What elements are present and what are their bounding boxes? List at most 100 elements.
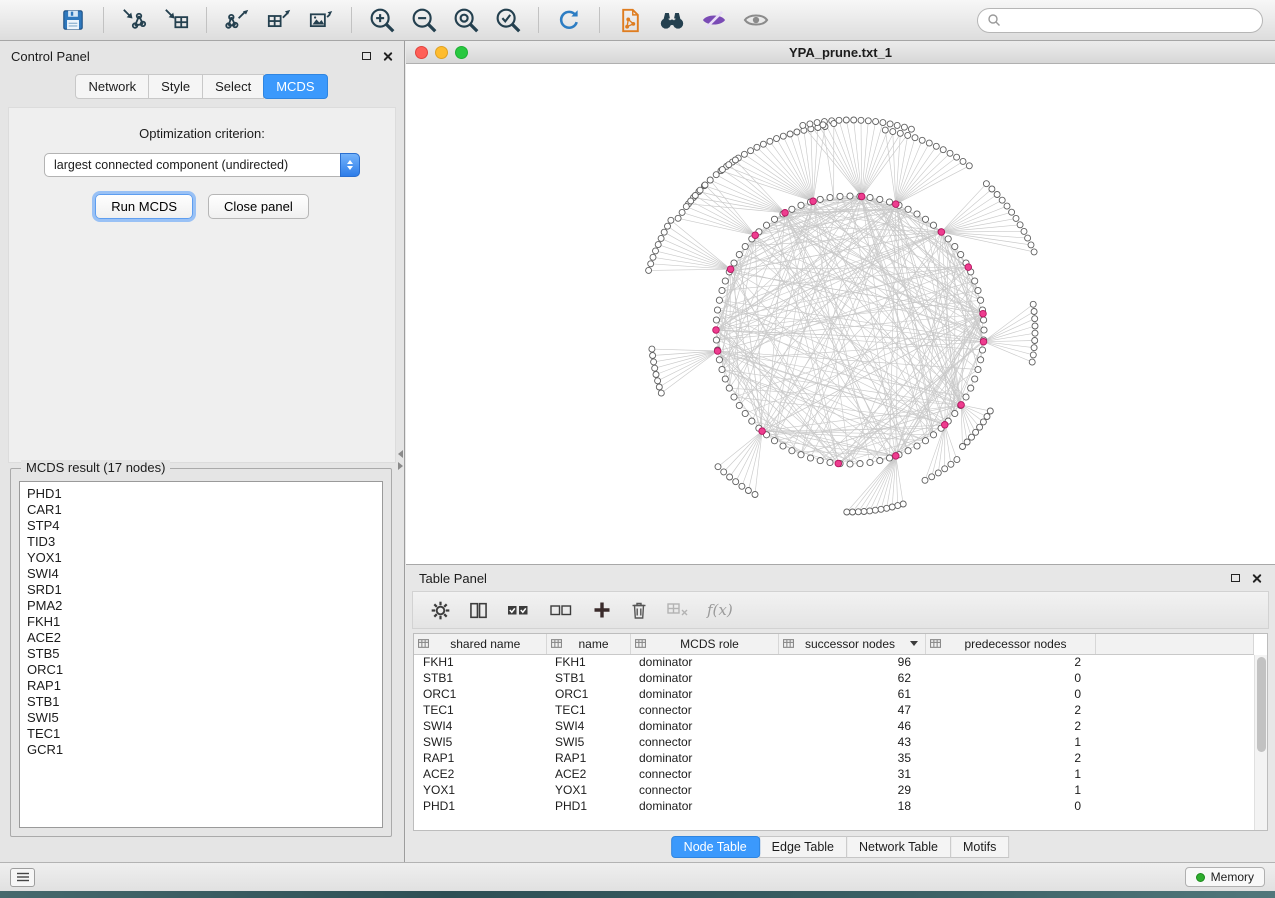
mcds-result-item[interactable]: CAR1 — [27, 502, 375, 518]
deselect-all-icon[interactable] — [549, 600, 575, 620]
zoom-selected-button[interactable] — [489, 4, 527, 36]
show-columns-icon[interactable] — [468, 600, 489, 621]
mcds-result-item[interactable]: STB1 — [27, 694, 375, 710]
mcds-result-item[interactable]: TID3 — [27, 534, 375, 550]
run-mcds-button[interactable]: Run MCDS — [95, 194, 193, 219]
table-cell[interactable]: dominator — [630, 750, 778, 766]
close-panel-icon[interactable] — [382, 51, 393, 62]
mcds-result-item[interactable]: YOX1 — [27, 550, 375, 566]
settings-gear-icon[interactable] — [430, 600, 451, 621]
table-cell[interactable]: connector — [630, 766, 778, 782]
table-cell[interactable]: 2 — [925, 654, 1095, 670]
float-window-icon[interactable] — [1231, 574, 1240, 582]
column-header[interactable]: shared name — [414, 634, 546, 654]
table-cell[interactable]: YOX1 — [414, 782, 546, 798]
open-session-button[interactable] — [12, 4, 50, 36]
column-header[interactable]: predecessor nodes — [925, 634, 1095, 654]
criterion-dropdown[interactable]: largest connected component (undirected) — [44, 153, 360, 177]
table-row[interactable]: RAP1RAP1dominator352 — [414, 750, 1254, 766]
table-cell[interactable]: dominator — [630, 718, 778, 734]
export-network-button[interactable] — [218, 4, 256, 36]
tab-select[interactable]: Select — [202, 74, 264, 99]
table-cell[interactable]: dominator — [630, 798, 778, 814]
table-row[interactable]: SWI4SWI4dominator462 — [414, 718, 1254, 734]
add-row-icon[interactable] — [592, 600, 612, 620]
table-cell[interactable]: connector — [630, 702, 778, 718]
table-cell[interactable]: dominator — [630, 670, 778, 686]
tab-network-table[interactable]: Network Table — [846, 836, 951, 858]
table-cell[interactable]: 43 — [778, 734, 925, 750]
table-cell[interactable]: 18 — [778, 798, 925, 814]
table-cell[interactable]: 2 — [925, 718, 1095, 734]
table-cell[interactable]: TEC1 — [546, 702, 630, 718]
column-header[interactable]: name — [546, 634, 630, 654]
search-input[interactable] — [1006, 13, 1253, 28]
close-panel-icon[interactable] — [1251, 573, 1262, 584]
table-cell[interactable]: 62 — [778, 670, 925, 686]
window-close-button[interactable] — [415, 46, 428, 59]
search-box[interactable] — [977, 8, 1263, 33]
table-cell[interactable]: RAP1 — [414, 750, 546, 766]
table-cell[interactable]: 2 — [925, 750, 1095, 766]
table-row[interactable]: PHD1PHD1dominator180 — [414, 798, 1254, 814]
table-cell[interactable]: 35 — [778, 750, 925, 766]
mcds-result-item[interactable]: TEC1 — [27, 726, 375, 742]
table-row[interactable]: ACE2ACE2connector311 — [414, 766, 1254, 782]
delete-row-icon[interactable] — [629, 600, 649, 621]
mcds-result-item[interactable]: SRD1 — [27, 582, 375, 598]
table-cell[interactable]: STB1 — [414, 670, 546, 686]
task-history-button[interactable] — [10, 868, 35, 887]
zoom-fit-button[interactable] — [447, 4, 485, 36]
table-cell[interactable]: 1 — [925, 766, 1095, 782]
table-cell[interactable]: 1 — [925, 782, 1095, 798]
delete-table-icon[interactable] — [666, 601, 690, 619]
table-cell[interactable]: dominator — [630, 654, 778, 670]
function-builder-icon[interactable]: f(x) — [707, 601, 733, 619]
export-table-button[interactable] — [260, 4, 298, 36]
table-cell[interactable]: SWI4 — [414, 718, 546, 734]
table-cell[interactable]: 0 — [925, 670, 1095, 686]
refresh-layout-button[interactable] — [550, 4, 588, 36]
table-cell[interactable]: FKH1 — [414, 654, 546, 670]
mcds-result-item[interactable]: FKH1 — [27, 614, 375, 630]
window-zoom-button[interactable] — [455, 46, 468, 59]
table-cell[interactable]: ACE2 — [546, 766, 630, 782]
mcds-result-item[interactable]: PMA2 — [27, 598, 375, 614]
mcds-result-item[interactable]: SWI5 — [27, 710, 375, 726]
hide-elements-button[interactable] — [695, 4, 733, 36]
table-row[interactable]: TEC1TEC1connector472 — [414, 702, 1254, 718]
mcds-result-item[interactable]: SWI4 — [27, 566, 375, 582]
table-cell[interactable]: YOX1 — [546, 782, 630, 798]
select-all-icon[interactable] — [506, 600, 532, 620]
table-cell[interactable]: 31 — [778, 766, 925, 782]
tab-node-table[interactable]: Node Table — [671, 836, 760, 858]
open-network-document-button[interactable] — [611, 4, 649, 36]
panel-splitter[interactable] — [398, 450, 403, 470]
save-session-button[interactable] — [54, 4, 92, 36]
table-cell[interactable]: dominator — [630, 686, 778, 702]
table-scrollbar[interactable] — [1254, 655, 1267, 830]
scrollbar-thumb[interactable] — [1257, 657, 1266, 752]
import-network-button[interactable] — [115, 4, 153, 36]
tab-mcds[interactable]: MCDS — [263, 74, 327, 99]
table-cell[interactable]: RAP1 — [546, 750, 630, 766]
table-cell[interactable]: STB1 — [546, 670, 630, 686]
table-cell[interactable]: connector — [630, 734, 778, 750]
table-cell[interactable]: ORC1 — [414, 686, 546, 702]
table-cell[interactable]: 0 — [925, 686, 1095, 702]
show-elements-button[interactable] — [737, 4, 775, 36]
mcds-result-item[interactable]: STB5 — [27, 646, 375, 662]
mcds-result-item[interactable]: ORC1 — [27, 662, 375, 678]
table-row[interactable]: FKH1FKH1dominator962 — [414, 654, 1254, 670]
float-window-icon[interactable] — [362, 52, 371, 60]
table-cell[interactable]: 0 — [925, 798, 1095, 814]
table-row[interactable]: STB1STB1dominator620 — [414, 670, 1254, 686]
import-table-button[interactable] — [157, 4, 195, 36]
tab-network[interactable]: Network — [75, 74, 149, 99]
table-cell[interactable]: 1 — [925, 734, 1095, 750]
table-cell[interactable]: PHD1 — [414, 798, 546, 814]
table-cell[interactable]: SWI5 — [546, 734, 630, 750]
memory-button[interactable]: Memory — [1185, 867, 1265, 887]
zoom-out-button[interactable] — [405, 4, 443, 36]
search-binoculars-button[interactable] — [653, 4, 691, 36]
